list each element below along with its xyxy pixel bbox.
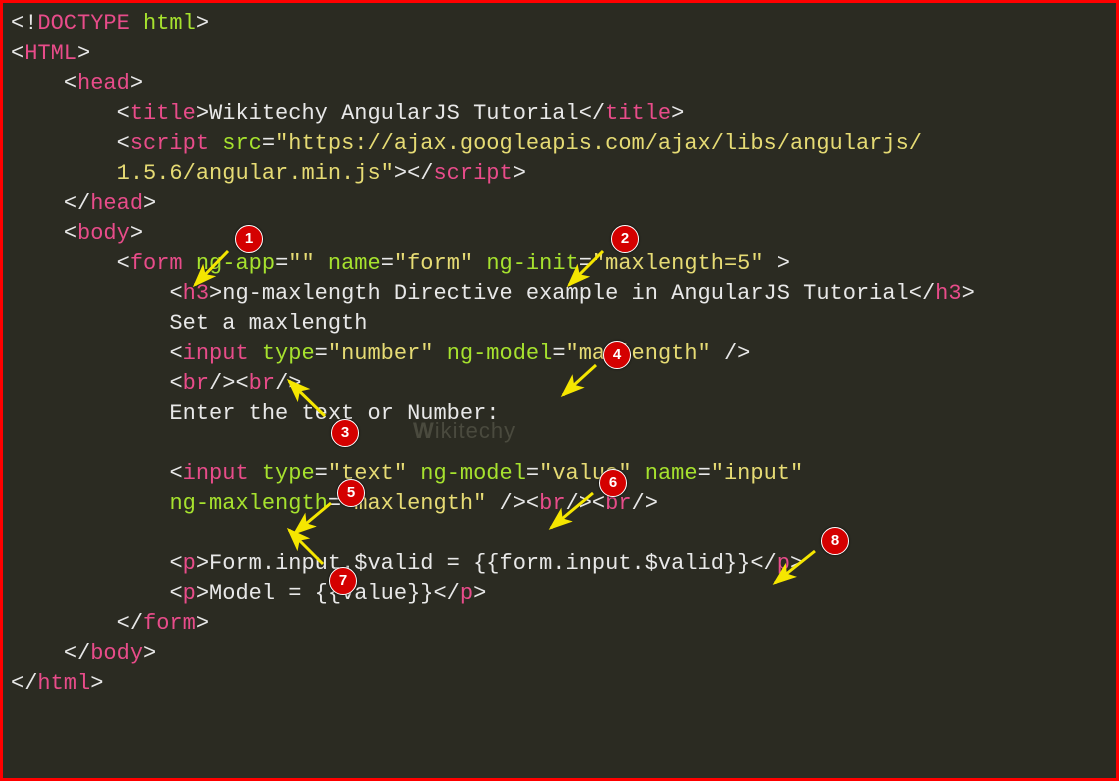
annotation-badge-2: 2 <box>611 225 639 253</box>
annotation-badge-3: 3 <box>331 419 359 447</box>
annotation-badge-6: 6 <box>599 469 627 497</box>
annotation-badge-8: 8 <box>821 527 849 555</box>
code-block: <!DOCTYPE html> <HTML> <head> <title>Wik… <box>11 9 975 699</box>
code-screenshot-frame: <!DOCTYPE html> <HTML> <head> <title>Wik… <box>0 0 1119 781</box>
annotation-badge-5: 5 <box>337 479 365 507</box>
annotation-badge-7: 7 <box>329 567 357 595</box>
annotation-badge-4: 4 <box>603 341 631 369</box>
annotation-badge-1: 1 <box>235 225 263 253</box>
